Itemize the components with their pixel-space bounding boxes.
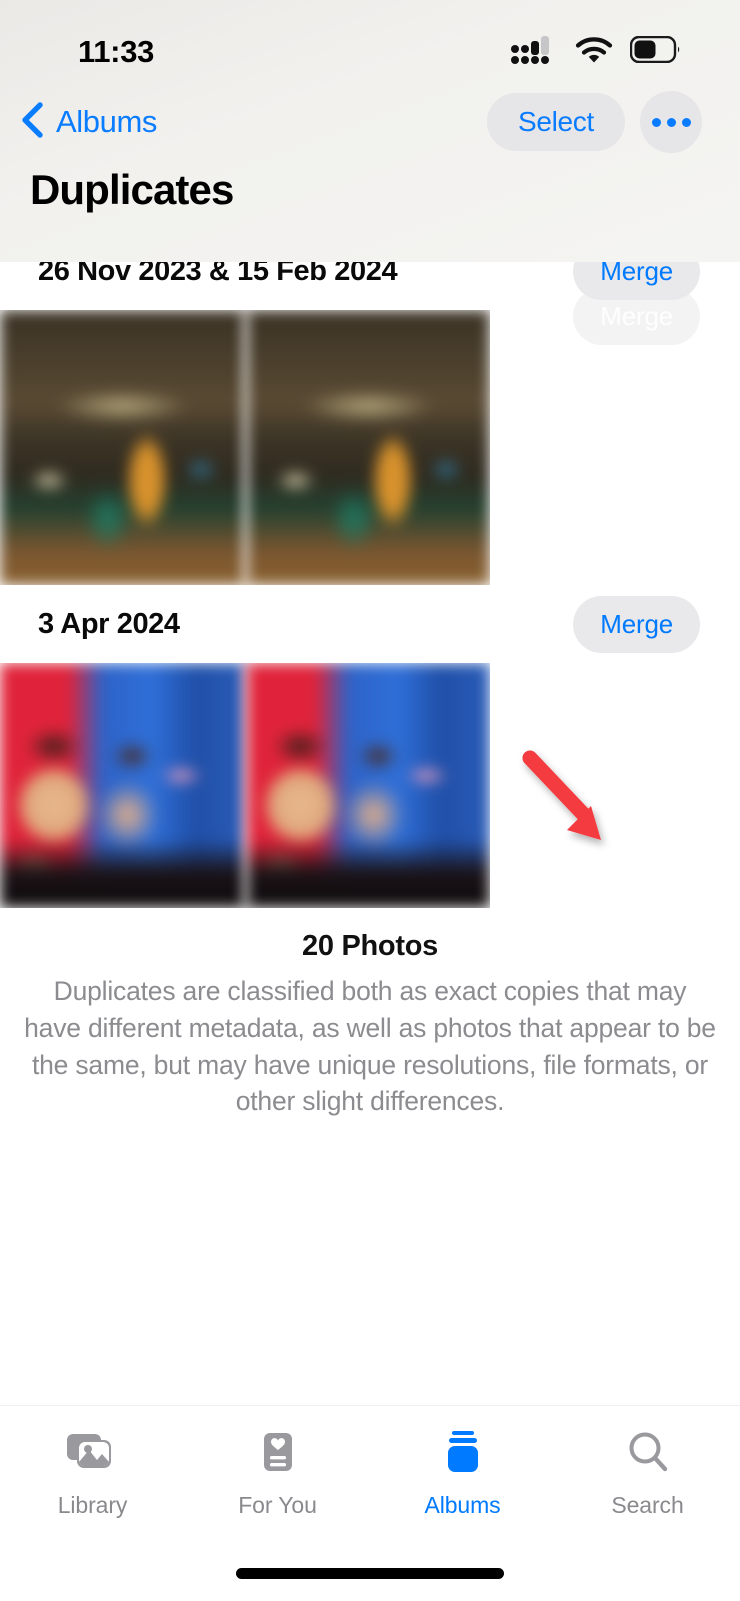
back-button[interactable]: Albums xyxy=(16,99,157,146)
battery-icon xyxy=(629,35,682,68)
photo-thumbnail[interactable] xyxy=(0,310,245,585)
status-bar: 11:33 xyxy=(0,0,740,86)
tab-search[interactable]: Search xyxy=(555,1428,740,1519)
tab-library[interactable]: Library xyxy=(0,1428,185,1519)
search-icon xyxy=(620,1428,676,1483)
tab-label: For You xyxy=(238,1492,317,1518)
albums-icon xyxy=(435,1428,491,1483)
clock-label: 11:33 xyxy=(78,34,155,69)
photo-stack-icon xyxy=(65,1428,121,1483)
duplicate-photo-pair[interactable] xyxy=(0,310,490,585)
cellular-signal-icon xyxy=(510,35,558,70)
back-button-label: Albums xyxy=(56,104,157,139)
tab-label: Albums xyxy=(424,1492,501,1518)
ellipsis-icon xyxy=(651,117,691,127)
photo-count-label: 20 Photos xyxy=(302,930,438,962)
chevron-left-icon xyxy=(16,99,50,146)
photo-thumbnail[interactable] xyxy=(245,663,490,908)
tab-label: Library xyxy=(57,1492,128,1518)
group-date-label: 3 Apr 2024 xyxy=(38,607,180,640)
photo-thumbnail[interactable] xyxy=(245,310,490,585)
wifi-icon xyxy=(575,36,613,69)
tab-label: Search xyxy=(611,1492,684,1518)
nav-bar: Albums Select xyxy=(0,86,740,158)
more-options-button[interactable] xyxy=(640,91,702,153)
duplicate-photo-pair[interactable] xyxy=(0,663,490,908)
tab-bar: Library For You Albums Search xyxy=(0,1405,740,1601)
duplicates-footer: 20 Photos Duplicates are classified both… xyxy=(0,908,740,1120)
tab-albums[interactable]: Albums xyxy=(370,1428,555,1519)
merge-button[interactable]: Merge xyxy=(573,595,700,653)
photo-thumbnail[interactable] xyxy=(0,663,245,908)
heart-card-icon xyxy=(250,1428,306,1483)
merge-button[interactable]: Merge xyxy=(573,288,700,345)
page-title: Duplicates xyxy=(30,166,234,213)
tab-for-you[interactable]: For You xyxy=(185,1428,370,1519)
duplicate-group-header: 3 Apr 2024 Merge xyxy=(0,585,740,663)
navigation-header: 11:33 Albums Select Duplicates Merge xyxy=(0,0,740,345)
duplicates-description: Duplicates are classified both as exact … xyxy=(24,976,716,1117)
home-indicator xyxy=(236,1568,504,1579)
photos-duplicates-screen: 26 Nov 2023 & 15 Feb 2024 Merge 3 Apr 20… xyxy=(0,0,740,1601)
select-button[interactable]: Select xyxy=(486,93,625,151)
